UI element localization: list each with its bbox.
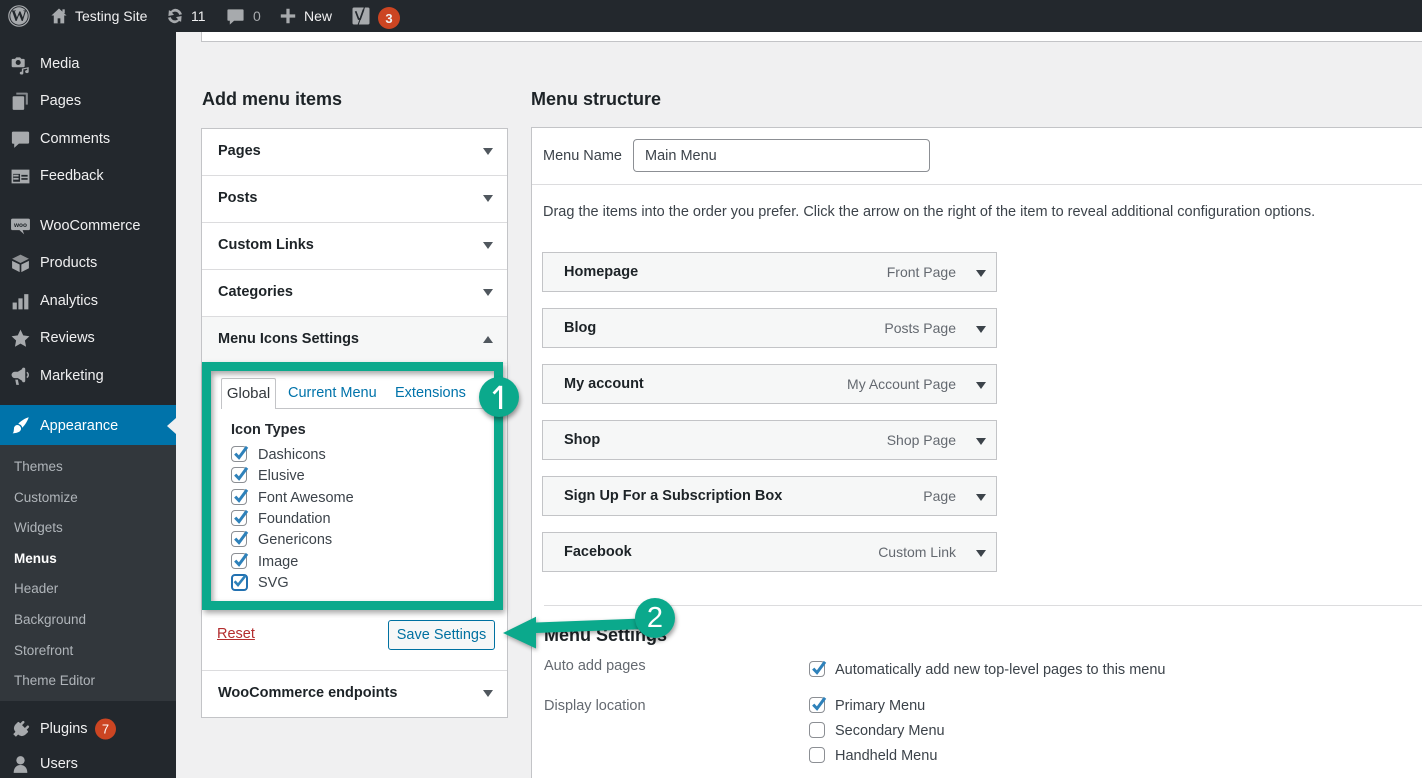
svg-text:W: W xyxy=(11,8,27,25)
svg-text:woo: woo xyxy=(13,222,27,229)
